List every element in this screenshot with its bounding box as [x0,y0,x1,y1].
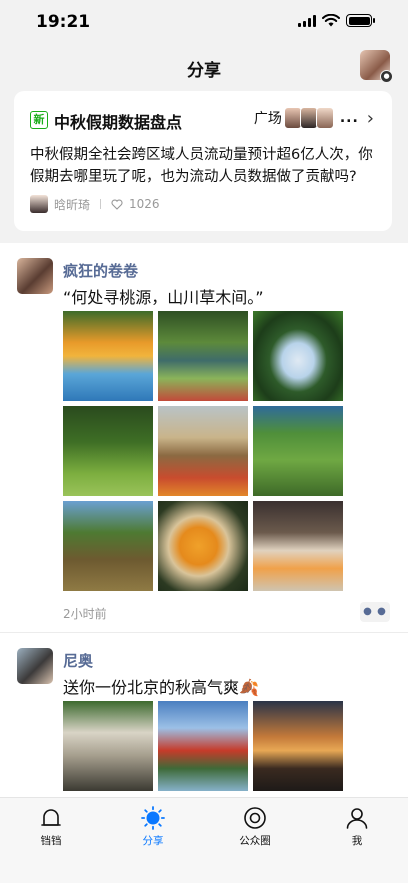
page-title: 分享 [187,61,221,81]
signal-icon [298,14,316,27]
post-image[interactable] [63,311,153,401]
post-divider [0,632,408,633]
status-time: 19:21 [36,12,91,32]
tab-label: 我 [351,835,363,847]
chevron-right-icon: › [366,107,374,129]
tab-dangdang[interactable]: 铛铛 [0,798,102,850]
post-image[interactable] [158,701,248,791]
bell-icon [41,809,61,826]
camera-avatar-button[interactable]: ● [360,50,393,83]
post-image[interactable] [253,311,343,401]
post-author[interactable]: 尼奥 [63,650,93,671]
image-grid [63,701,343,791]
tab-label: 公众圈 [239,835,271,847]
tab-public-circle[interactable]: 公众圈 [204,798,306,850]
post-image[interactable] [63,501,153,591]
feed: 疯狂的卷卷 “何处寻桃源，山川草木间。” 2小时前 ● ● 尼奥 送你一份北京的… [0,243,408,803]
topic-body: 中秋假期全社会跨区域人员流动量预计超6亿人次，你假期去哪里玩了呢，也为流动人员数… [30,147,373,185]
author-avatar [30,195,48,213]
plaza-link[interactable]: 广场 ... › [254,107,374,129]
post-image[interactable] [158,406,248,496]
post-text: 送你一份北京的秋高气爽🍂 [63,678,259,697]
post-image[interactable] [253,501,343,591]
heart-icon [111,199,123,210]
meta-divider [100,199,102,209]
image-grid [63,311,343,591]
status-bar: 19:21 [0,0,408,44]
post-image[interactable] [158,501,248,591]
tab-share[interactable]: 分享 [102,798,204,850]
post-time: 2小时前 [63,607,107,621]
plaza-avatars [283,107,334,129]
more-button[interactable]: ● ● [360,602,390,622]
status-icons [298,14,375,27]
person-icon [346,808,368,829]
topic-author: 晗昕琦 [54,197,91,212]
camera-icon: ● [380,70,393,83]
post-image[interactable] [63,701,153,791]
post-text: “何处寻桃源，山川草木间。” [63,288,264,307]
post-avatar[interactable] [17,258,53,294]
plaza-label: 广场 [253,111,282,127]
battery-icon [346,14,375,27]
topic-meta: 晗昕琦 1026 [30,195,160,213]
nav-bar: 分享 ● [0,44,408,90]
post-avatar[interactable] [17,648,53,684]
post-image[interactable] [63,406,153,496]
tab-me[interactable]: 我 [306,798,408,850]
topic-title: 中秋假期数据盘点 [54,113,183,132]
tab-label: 分享 [142,835,164,847]
circle-icon [244,807,266,829]
post-image[interactable] [253,406,343,496]
topic-card[interactable]: 新 中秋假期数据盘点 广场 ... › 中秋假期全社会跨区域人员流动量预计超6亿… [14,91,392,231]
tab-label: 铛铛 [40,835,62,847]
plaza-more: ... [339,110,359,126]
like-count: 1026 [129,197,160,211]
post-image[interactable] [253,701,343,791]
post-image[interactable] [158,311,248,401]
post-author[interactable]: 疯狂的卷卷 [63,260,138,281]
new-badge: 新 [30,111,48,129]
wifi-icon [322,14,340,27]
sun-icon [141,806,165,830]
tab-bar: 铛铛 分享 公众圈 我 [0,797,408,883]
